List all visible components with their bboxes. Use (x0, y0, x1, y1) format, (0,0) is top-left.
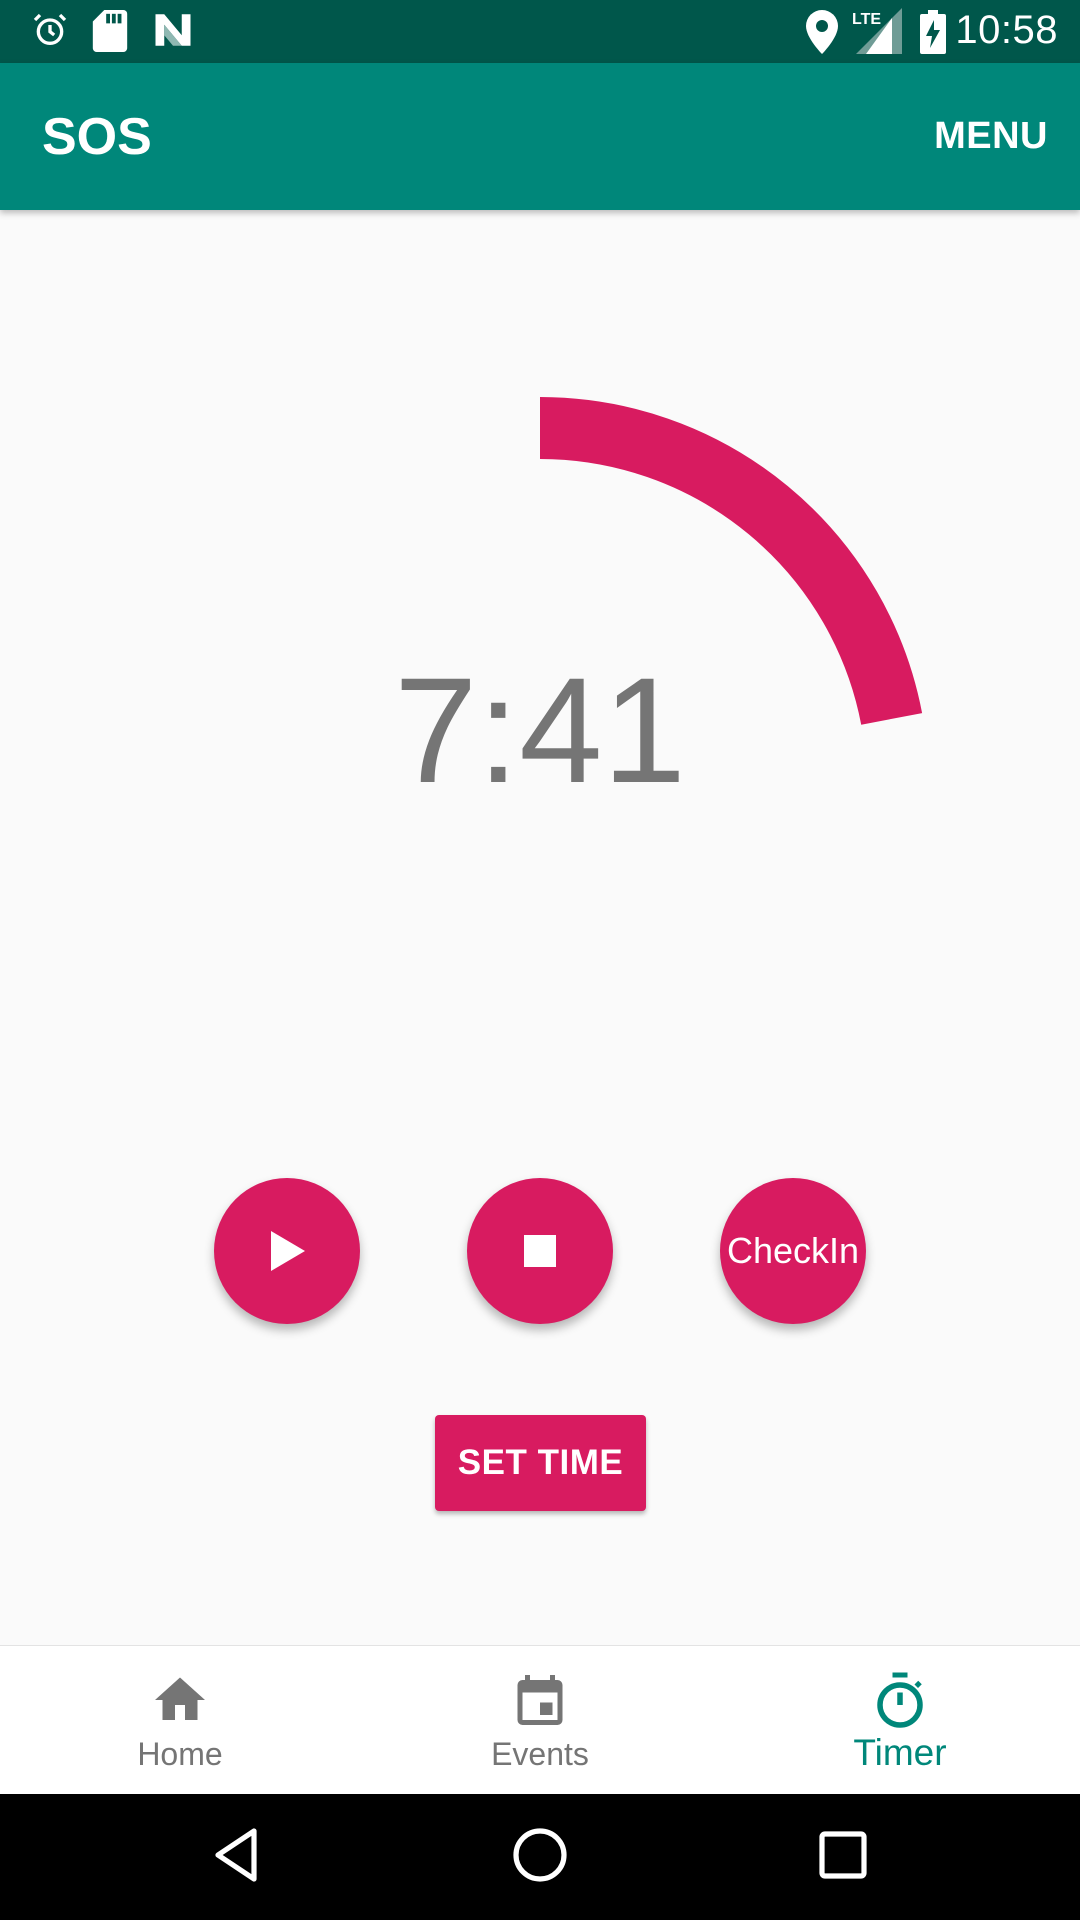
timer-display: 7:41 (394, 646, 686, 814)
system-navigation-bar (0, 1794, 1080, 1920)
bottom-navigation: Home Events Timer (0, 1645, 1080, 1794)
home-icon (155, 1677, 205, 1720)
set-time-button[interactable]: SET TIME (435, 1415, 646, 1511)
stop-icon (524, 1235, 556, 1267)
calendar-icon (517, 1675, 563, 1725)
nav-item-events[interactable]: Events (360, 1646, 720, 1795)
stopwatch-icon (877, 1672, 923, 1728)
back-icon[interactable] (212, 1827, 260, 1883)
home-circle-icon[interactable] (512, 1827, 568, 1883)
nav-label-timer: Timer (853, 1732, 947, 1773)
play-icon (271, 1231, 305, 1271)
screen: LTE 10:58 SOS MENU 7:41 CheckIn SET TIME (0, 0, 1080, 1920)
recents-icon[interactable] (818, 1830, 868, 1880)
nav-item-timer[interactable]: Timer (720, 1646, 1080, 1795)
stop-button[interactable] (467, 1178, 613, 1324)
nav-label-home: Home (137, 1736, 223, 1772)
checkin-label: CheckIn (726, 1230, 860, 1271)
play-button[interactable] (214, 1178, 360, 1324)
checkin-button[interactable]: CheckIn (720, 1178, 866, 1324)
nav-item-home[interactable]: Home (0, 1646, 360, 1795)
nav-label-events: Events (491, 1736, 589, 1772)
